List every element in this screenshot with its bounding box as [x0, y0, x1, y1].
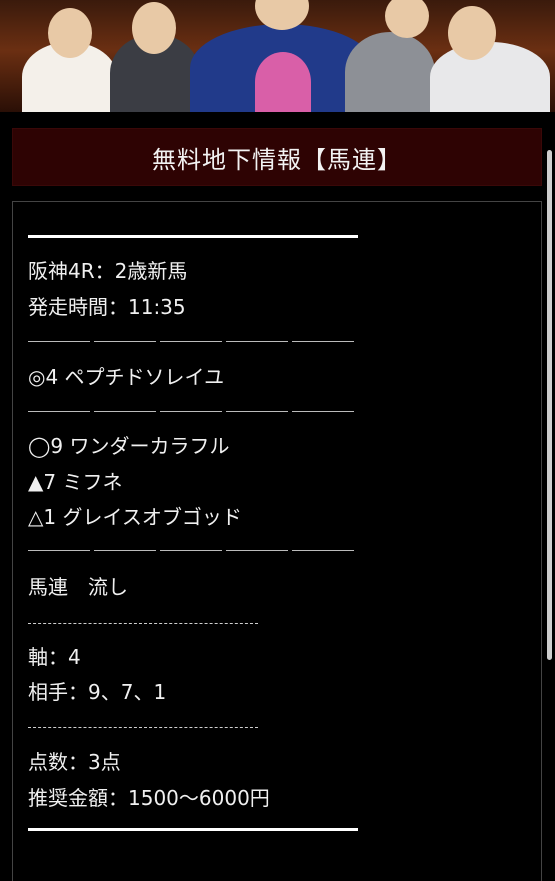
- divider-dashed: [28, 623, 258, 624]
- divider-segment: [28, 411, 358, 412]
- divider-dashed: [28, 727, 258, 728]
- figure-woman-head: [48, 8, 92, 58]
- pick-fourth: △1 グレイスオブゴッド: [28, 505, 242, 529]
- header-banner-illustration: [0, 0, 555, 112]
- bet-type: 馬連 流し: [28, 575, 128, 599]
- figure-man-center-shirt: [255, 52, 311, 112]
- divider-bottom: [28, 828, 358, 831]
- race-start-time: 発走時間：11:35: [28, 295, 186, 319]
- pick-second: ◯9 ワンダーカラフル: [28, 434, 230, 458]
- figure-man-3: [430, 42, 550, 112]
- race-name: 阪神4R：2歳新馬: [28, 259, 188, 283]
- page-title: 無料地下情報【馬連】: [12, 128, 542, 186]
- figure-man-1-head: [132, 2, 176, 54]
- pick-third: ▲7 ミフネ: [28, 470, 123, 494]
- bet-amount: 推奨金額：1500〜6000円: [28, 786, 270, 810]
- divider-segment: [28, 550, 358, 551]
- divider-top: [28, 235, 358, 238]
- figure-man-3-head: [448, 6, 496, 60]
- bet-axis: 軸：4: [28, 645, 81, 669]
- bet-partners: 相手：9、7、1: [28, 680, 167, 704]
- pick-main: ◎4 ペプチドソレイユ: [28, 365, 225, 389]
- scrollbar[interactable]: [547, 150, 552, 660]
- figure-man-2-head: [385, 0, 429, 38]
- divider-segment: [28, 341, 358, 342]
- figure-man-2: [345, 32, 435, 112]
- bet-points: 点数：3点: [28, 750, 121, 774]
